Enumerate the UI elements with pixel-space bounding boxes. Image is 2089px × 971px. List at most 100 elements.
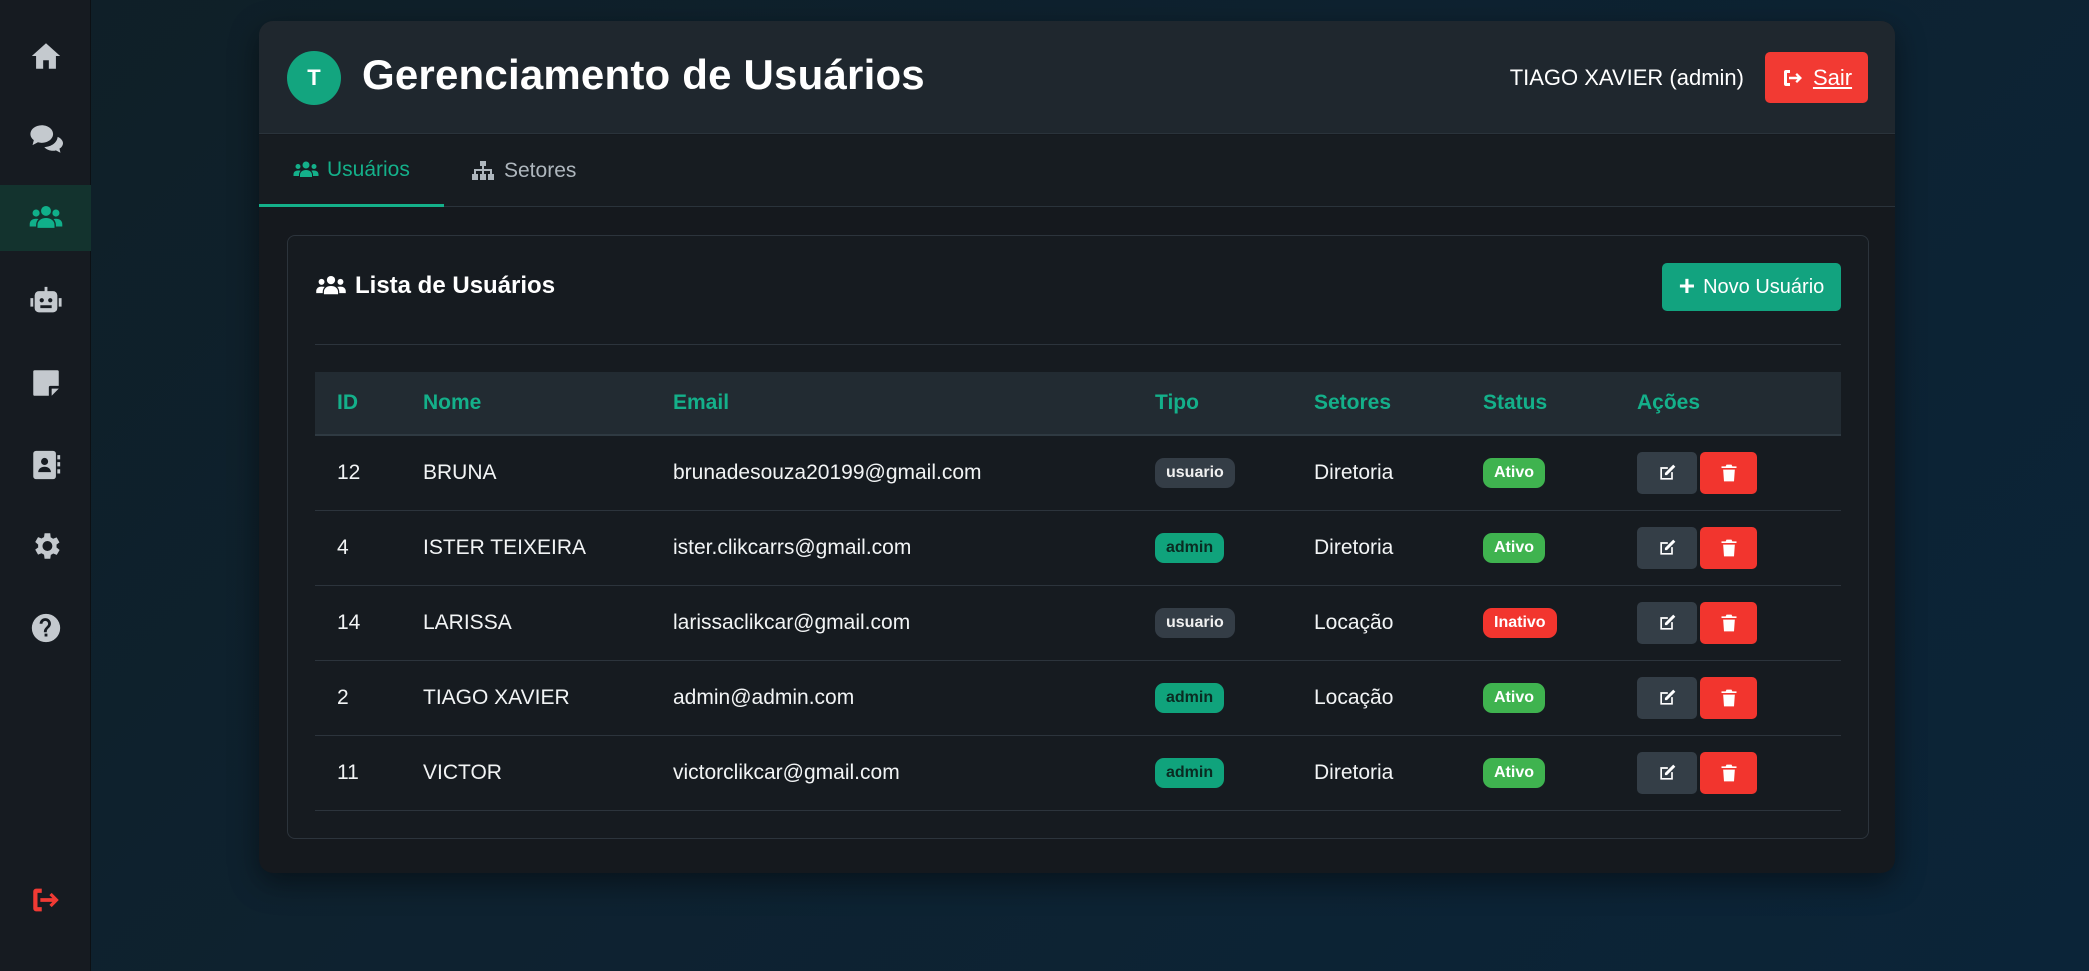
cell-nome: LARISSA — [401, 585, 651, 661]
edit-button[interactable] — [1637, 526, 1697, 569]
new-user-button[interactable]: + Novo Usuário — [1662, 263, 1841, 311]
cell-id: 14 — [315, 585, 401, 661]
tipo-badge: admin — [1155, 757, 1225, 788]
edit-button[interactable] — [1637, 601, 1697, 644]
note-icon — [32, 370, 59, 396]
cell-id: 12 — [315, 435, 401, 511]
delete-button[interactable] — [1700, 526, 1757, 569]
delete-button[interactable] — [1700, 751, 1757, 794]
sidebar — [0, 0, 91, 971]
sidebar-logout[interactable] — [0, 867, 91, 933]
help-icon — [31, 613, 60, 643]
tab-setores[interactable]: Setores — [470, 135, 576, 207]
users-panel: Lista de Usuários + Novo Usuário ID Nome… — [287, 235, 1869, 839]
cell-setores: Diretoria — [1292, 435, 1461, 511]
column-header-id: ID — [315, 372, 401, 436]
chat-icon — [29, 125, 63, 153]
page-title: Gerenciamento de Usuários — [362, 51, 925, 98]
table-row: 12 BRUNA brunadesouza20199@gmail.com usu… — [315, 435, 1841, 511]
main-card: T Gerenciamento de Usuários TIAGO XAVIER… — [259, 21, 1895, 873]
gear-icon — [34, 533, 60, 559]
status-badge: Ativo — [1483, 532, 1545, 563]
tipo-badge: usuario — [1155, 457, 1235, 488]
tipo-badge: admin — [1155, 532, 1225, 563]
logout-icon — [32, 888, 59, 912]
sidebar-item-bot[interactable] — [0, 268, 91, 334]
table-row: 11 VICTOR victorclikcar@gmail.com admin … — [315, 735, 1841, 811]
users-icon — [316, 275, 346, 295]
logout-button[interactable]: Sair — [1765, 52, 1868, 103]
plus-icon: + — [1678, 269, 1696, 301]
sitemap-icon — [472, 161, 494, 180]
avatar: T — [287, 51, 341, 105]
tab-label: Setores — [504, 159, 577, 182]
sidebar-item-settings[interactable] — [0, 513, 91, 579]
column-header-acoes: Ações — [1615, 372, 1841, 436]
cell-setores: Locação — [1292, 585, 1461, 661]
panel-title-text: Lista de Usuários — [355, 272, 556, 299]
tipo-badge: usuario — [1155, 607, 1235, 638]
trash-icon — [1721, 539, 1736, 556]
column-header-tipo: Tipo — [1133, 372, 1292, 436]
table-header: ID Nome Email Tipo Setores Status Ações — [315, 372, 1841, 436]
column-header-email: Email — [651, 372, 1133, 436]
new-user-button-label: Novo Usuário — [1703, 275, 1825, 298]
status-badge: Inativo — [1483, 607, 1557, 638]
divider — [315, 344, 1841, 345]
sidebar-item-chat[interactable] — [0, 105, 91, 171]
logout-button-label: Sair — [1812, 64, 1853, 90]
status-badge: Ativo — [1483, 682, 1545, 713]
cell-email: ister.clikcarrs@gmail.com — [651, 510, 1133, 586]
trash-icon — [1721, 764, 1736, 781]
cell-setores: Locação — [1292, 660, 1461, 736]
edit-icon — [1660, 539, 1676, 555]
cell-nome: ISTER TEIXEIRA — [401, 510, 651, 586]
edit-icon — [1660, 764, 1676, 780]
cell-email: victorclikcar@gmail.com — [651, 735, 1133, 811]
table-row: 4 ISTER TEIXEIRA ister.clikcarrs@gmail.c… — [315, 510, 1841, 586]
delete-button[interactable] — [1700, 676, 1757, 719]
table-row: 14 LARISSA larissaclikcar@gmail.com usua… — [315, 585, 1841, 661]
contacts-icon — [32, 450, 60, 480]
panel-title: Lista de Usuários — [315, 272, 555, 300]
edit-icon — [1660, 689, 1676, 705]
sidebar-item-home[interactable] — [0, 23, 91, 89]
logout-icon — [1783, 69, 1802, 86]
cell-setores: Diretoria — [1292, 510, 1461, 586]
sidebar-item-users[interactable] — [0, 185, 91, 251]
current-user-label: TIAGO XAVIER (admin) — [1509, 65, 1744, 90]
delete-button[interactable] — [1700, 601, 1757, 644]
robot-icon — [29, 286, 62, 313]
cell-email: brunadesouza20199@gmail.com — [651, 435, 1133, 511]
tipo-badge: admin — [1155, 682, 1225, 713]
column-header-status: Status — [1461, 372, 1615, 436]
cell-id: 4 — [315, 510, 401, 586]
cell-email: admin@admin.com — [651, 660, 1133, 736]
home-icon — [31, 43, 60, 69]
edit-icon — [1660, 464, 1676, 480]
users-table: ID Nome Email Tipo Setores Status Ações … — [315, 372, 1841, 811]
tab-usuarios[interactable]: Usuários — [259, 135, 444, 207]
cell-nome: VICTOR — [401, 735, 651, 811]
status-badge: Ativo — [1483, 457, 1545, 488]
column-header-nome: Nome — [401, 372, 651, 436]
cell-nome: BRUNA — [401, 435, 651, 511]
users-icon — [293, 161, 319, 177]
edit-button[interactable] — [1637, 751, 1697, 794]
page-header: T Gerenciamento de Usuários TIAGO XAVIER… — [259, 21, 1895, 134]
cell-email: larissaclikcar@gmail.com — [651, 585, 1133, 661]
column-header-setores: Setores — [1292, 372, 1461, 436]
trash-icon — [1721, 689, 1736, 706]
sidebar-item-help[interactable] — [0, 595, 91, 661]
sidebar-item-contacts[interactable] — [0, 432, 91, 498]
edit-button[interactable] — [1637, 676, 1697, 719]
sidebar-item-notes[interactable] — [0, 350, 91, 416]
status-badge: Ativo — [1483, 757, 1545, 788]
cell-setores: Diretoria — [1292, 735, 1461, 811]
edit-button[interactable] — [1637, 451, 1697, 494]
table-row: 2 TIAGO XAVIER admin@admin.com admin Loc… — [315, 660, 1841, 736]
delete-button[interactable] — [1700, 451, 1757, 494]
trash-icon — [1721, 464, 1736, 482]
edit-icon — [1660, 614, 1676, 630]
users-icon — [29, 205, 62, 228]
